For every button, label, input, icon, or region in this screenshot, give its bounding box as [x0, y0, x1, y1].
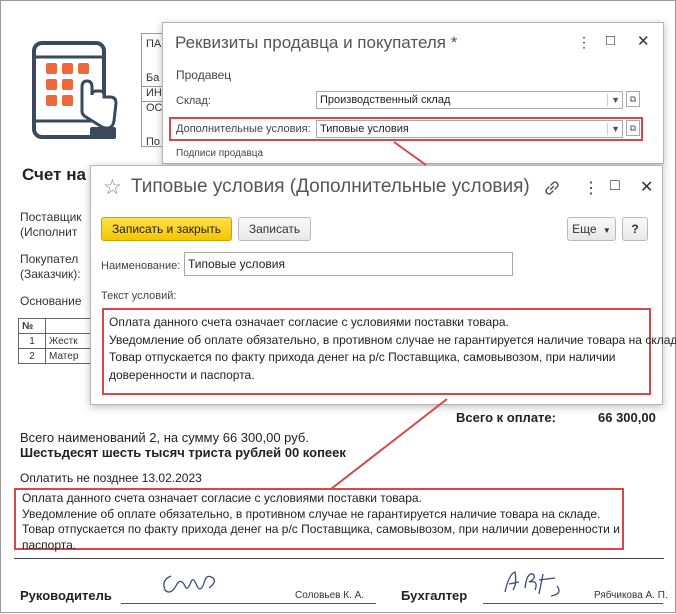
column-header-number: №	[18, 318, 46, 334]
chevron-down-icon: ▼	[611, 95, 620, 105]
warehouse-value: Производственный склад	[320, 94, 451, 106]
connector-line-bottom	[330, 398, 448, 490]
signature-separator	[14, 558, 664, 559]
terms-text-line: Товар отпускается по факту прихода денег…	[109, 350, 616, 364]
accountant-signature-image	[504, 571, 560, 597]
terms-text-line: доверенности и паспорта.	[109, 367, 255, 382]
warehouse-label: Склад:	[176, 95, 211, 107]
star-icon[interactable]: ☆	[103, 175, 122, 200]
table-header-row: №	[18, 318, 93, 334]
warehouse-select[interactable]: Производственный склад ▼	[316, 91, 623, 109]
conditions-select[interactable]: Типовые условия ▼	[316, 120, 623, 138]
section-seller: Продавец	[176, 68, 232, 82]
open-conditions-button[interactable]: ⧉	[626, 120, 640, 136]
director-signature-line	[121, 603, 376, 604]
dialog-title: Типовые условия (Дополнительные условия)	[131, 176, 530, 197]
text-label: Текст условий:	[101, 290, 177, 302]
summary-line: Всего наименований 2, на сумму 66 300,00…	[20, 430, 309, 445]
screenshot-frame: ПА Ба ИН ОС По Счет на Поставщик (Исполн…	[0, 0, 676, 613]
summary-amount-words: Шестьдесят шесть тысяч триста рублей 00 …	[20, 445, 346, 460]
more-vertical-icon[interactable]: ⋮	[583, 178, 599, 198]
items-table: № 1 Жестк 2 Матер	[18, 318, 93, 364]
total-label: Всего к оплате:	[456, 410, 556, 425]
maximize-icon[interactable]: □	[610, 177, 620, 195]
director-name: Соловьев К. А.	[295, 590, 365, 601]
dropdown-separator	[607, 123, 608, 135]
printed-terms-line: паспорта.	[22, 537, 77, 552]
row-name: Матер	[45, 348, 93, 364]
buyer-label-2: (Заказчик):	[20, 267, 81, 281]
row-name: Жестк	[45, 333, 93, 349]
supplier-label-2: (Исполнит	[20, 225, 78, 239]
printed-terms-line: Уведомление об оплате обязательно, в про…	[22, 506, 601, 521]
terms-text-line: Оплата данного счета означает согласие с…	[109, 315, 509, 329]
conditions-label: Дополнительные условия:	[176, 123, 311, 135]
link-icon[interactable]	[543, 179, 561, 197]
terms-dialog: ☆ Типовые условия (Дополнительные услови…	[90, 165, 676, 405]
printed-terms-line: Оплата данного счета означает согласие с…	[22, 491, 422, 505]
director-label: Руководитель	[20, 588, 112, 603]
invoice-title: Счет на	[22, 165, 86, 184]
help-button[interactable]: ?	[622, 217, 648, 241]
director-signature-image	[163, 575, 215, 593]
accountant-name: Рябчикова А. П.	[594, 590, 668, 601]
close-icon[interactable]: ✕	[640, 177, 653, 197]
row-number: 1	[18, 333, 46, 349]
table-row: 1 Жестк	[18, 333, 93, 349]
printed-terms-line: Товар отпускается по факту прихода денег…	[22, 522, 620, 536]
terms-textarea[interactable]: Оплата данного счета означает согласие с…	[102, 308, 676, 395]
accountant-signature-line	[483, 603, 663, 604]
save-and-close-button[interactable]: Записать и закрыть	[101, 217, 232, 241]
total-value: 66 300,00	[598, 410, 656, 425]
supplier-label: Поставщик	[20, 210, 82, 224]
more-menu-button[interactable]: Еще ▼	[567, 217, 616, 241]
terms-text-line: Уведомление об оплате обязательно, в про…	[109, 332, 676, 347]
dropdown-separator	[607, 94, 608, 106]
close-icon[interactable]: ✕	[637, 32, 650, 50]
name-input[interactable]: Типовые условия	[184, 252, 513, 276]
seller-signatures-link[interactable]: Подписи продавца	[176, 148, 263, 159]
save-button[interactable]: Записать	[238, 217, 311, 241]
chevron-down-icon: ▼	[602, 226, 611, 235]
printed-terms-highlight: Оплата данного счета означает согласие с…	[14, 488, 624, 552]
more-vertical-icon[interactable]: ⋮	[577, 34, 591, 51]
row-number: 2	[18, 348, 46, 364]
chevron-down-icon: ▼	[611, 124, 620, 134]
seller-buyer-dialog: Реквизиты продавца и покупателя * ⋮ □ ✕ …	[162, 22, 664, 164]
basis-label: Основание	[20, 294, 82, 308]
more-label: Еще	[572, 222, 597, 236]
tablet-tap-icon	[32, 41, 118, 139]
pay-before-date: Оплатить не позднее 13.02.2023	[20, 471, 202, 485]
table-row: 2 Матер	[18, 348, 93, 364]
buyer-label: Покупател	[20, 252, 79, 266]
open-warehouse-button[interactable]: ⧉	[626, 91, 640, 107]
dialog-title: Реквизиты продавца и покупателя *	[175, 33, 458, 52]
accountant-label: Бухгалтер	[401, 588, 468, 603]
column-header-name	[45, 318, 93, 334]
name-label: Наименование:	[101, 260, 181, 272]
conditions-value: Типовые условия	[320, 123, 409, 135]
maximize-icon[interactable]: □	[606, 32, 615, 49]
